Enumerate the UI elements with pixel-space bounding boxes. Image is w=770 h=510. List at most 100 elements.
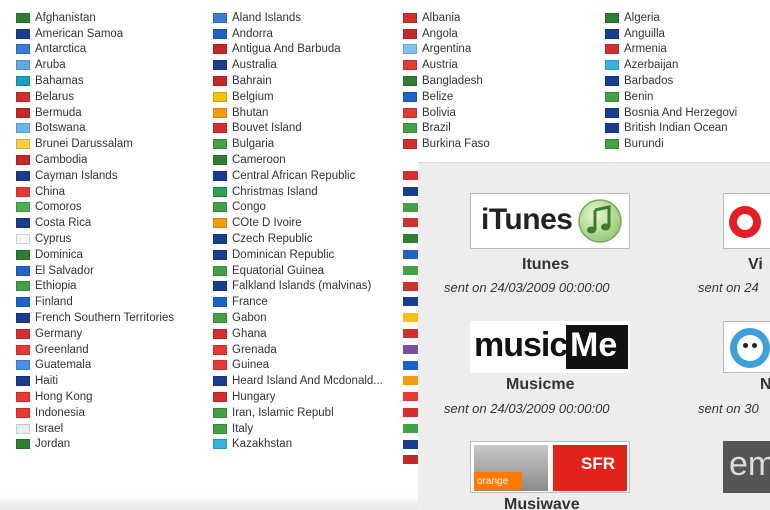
country-item[interactable]: Kazakhstan [213, 437, 398, 453]
country-item[interactable]: Equatorial Guinea [213, 263, 398, 279]
country-item[interactable]: Bermuda [16, 105, 211, 121]
country-item[interactable]: Gabon [213, 310, 398, 326]
country-item[interactable]: Åland Islands [213, 10, 398, 26]
country-item[interactable]: Congo [213, 200, 398, 216]
country-item[interactable]: El Salvador [16, 263, 211, 279]
country-item[interactable]: Israel [16, 421, 211, 437]
flag-icon [16, 107, 30, 118]
country-item[interactable]: Burkina Faso [403, 136, 603, 152]
country-item[interactable]: Angola [403, 26, 603, 42]
country-item[interactable]: Guatemala [16, 358, 211, 374]
country-item[interactable]: Italy [213, 421, 398, 437]
country-item[interactable]: Afghanistan [16, 10, 211, 26]
country-item[interactable]: French Southern Territories [16, 310, 211, 326]
country-item[interactable]: Ghana [213, 326, 398, 342]
country-item[interactable]: Dominica [16, 247, 211, 263]
country-item[interactable]: Bosnia And Herzegovi [605, 105, 770, 121]
musicme-logo-me-text: Me [570, 326, 618, 364]
country-item[interactable]: Bhutan [213, 105, 398, 121]
country-item[interactable]: Antarctica [16, 42, 211, 58]
country-item[interactable]: Bolivia [403, 105, 603, 121]
country-item[interactable]: Falkland Islands (malvinas) [213, 279, 398, 295]
country-item[interactable]: Germany [16, 326, 211, 342]
country-label: Belize [422, 90, 454, 103]
country-item[interactable]: Bahamas [16, 73, 211, 89]
country-label: Brazil [422, 122, 451, 135]
country-item[interactable]: Costa Rica [16, 215, 211, 231]
country-item[interactable]: Argentina [403, 42, 603, 58]
country-item[interactable]: Iran, Islamic Republ [213, 405, 398, 421]
country-item[interactable]: Belize [403, 89, 603, 105]
flag-icon [403, 123, 417, 134]
country-label: Bosnia And Herzegovi [624, 106, 738, 119]
country-item[interactable]: Australia [213, 57, 398, 73]
country-item[interactable]: Cameroon [213, 152, 398, 168]
country-item[interactable]: Brazil [403, 121, 603, 137]
country-label: Kazakhstan [232, 438, 293, 451]
country-label: Indonesia [35, 406, 85, 419]
country-item[interactable]: Finland [16, 294, 211, 310]
country-item[interactable]: Belgium [213, 89, 398, 105]
country-item[interactable]: Austria [403, 57, 603, 73]
country-item[interactable]: Haiti [16, 373, 211, 389]
flag-icon [16, 76, 30, 87]
country-item[interactable]: British Indian Ocean [605, 121, 770, 137]
country-item[interactable]: Greenland [16, 342, 211, 358]
country-item[interactable]: Bangladesh [403, 73, 603, 89]
country-item[interactable]: Bahrain [213, 73, 398, 89]
country-item[interactable]: Heard Island And Mcdonald... [213, 373, 398, 389]
country-item[interactable]: Comoros [16, 200, 211, 216]
country-item[interactable]: Belarus [16, 89, 211, 105]
country-item[interactable]: Bouvet Island [213, 121, 398, 137]
country-item[interactable]: Bulgaria [213, 136, 398, 152]
country-item[interactable]: Burundi [605, 136, 770, 152]
country-item[interactable]: Barbados [605, 73, 770, 89]
country-item[interactable]: Cyprus [16, 231, 211, 247]
country-column-2: Åland Islands Andorra Antigua And Barbuda A… [213, 10, 398, 452]
country-item[interactable]: Brunei Darussalam [16, 136, 211, 152]
country-item[interactable]: Central African Republic [213, 168, 398, 184]
country-item[interactable]: France [213, 294, 398, 310]
flag-icon [213, 265, 227, 276]
country-item[interactable]: Guinea [213, 358, 398, 374]
country-item[interactable]: Botswana [16, 121, 211, 137]
country-item[interactable]: American Samoa [16, 26, 211, 42]
country-item[interactable]: Algeria [605, 10, 770, 26]
country-item[interactable]: Christmas Island [213, 184, 398, 200]
country-item[interactable]: Antigua And Barbuda [213, 42, 398, 58]
country-item[interactable]: Jordan [16, 437, 211, 453]
country-item[interactable]: Andorra [213, 26, 398, 42]
country-item[interactable]: Dominican Republic [213, 247, 398, 263]
country-item[interactable]: Azerbaijan [605, 57, 770, 73]
flag-icon [16, 344, 30, 355]
country-item[interactable]: Hong Kong [16, 389, 211, 405]
country-label: Antigua And Barbuda [232, 43, 341, 56]
country-item[interactable]: Armenia [605, 42, 770, 58]
country-item[interactable]: Ethiopia [16, 279, 211, 295]
country-item[interactable]: Anguilla [605, 26, 770, 42]
country-item[interactable]: CÔte D Ivoire [213, 215, 398, 231]
flag-icon [605, 12, 619, 23]
country-label: Afghanistan [35, 11, 96, 24]
country-item[interactable]: Benin [605, 89, 770, 105]
country-item[interactable]: Aruba [16, 57, 211, 73]
country-item[interactable]: China [16, 184, 211, 200]
country-item[interactable]: Grenada [213, 342, 398, 358]
flag-icon [403, 186, 418, 196]
flag-icon [16, 439, 30, 450]
country-item[interactable]: Czech Republic [213, 231, 398, 247]
flag-icon [213, 28, 227, 39]
flag-icon [213, 91, 227, 102]
flag-icon [213, 12, 227, 23]
country-item[interactable]: Cayman Islands [16, 168, 211, 184]
country-label: Brunei Darussalam [35, 138, 133, 151]
flag-icon [403, 392, 418, 402]
country-item[interactable]: Albania [403, 10, 603, 26]
country-item[interactable]: Hungary [213, 389, 398, 405]
country-label: Burundi [624, 138, 664, 151]
flag-icon [213, 249, 227, 260]
country-item[interactable]: Cambodia [16, 152, 211, 168]
country-item[interactable]: Indonesia [16, 405, 211, 421]
flag-icon [213, 392, 227, 403]
flag-icon [403, 12, 417, 23]
